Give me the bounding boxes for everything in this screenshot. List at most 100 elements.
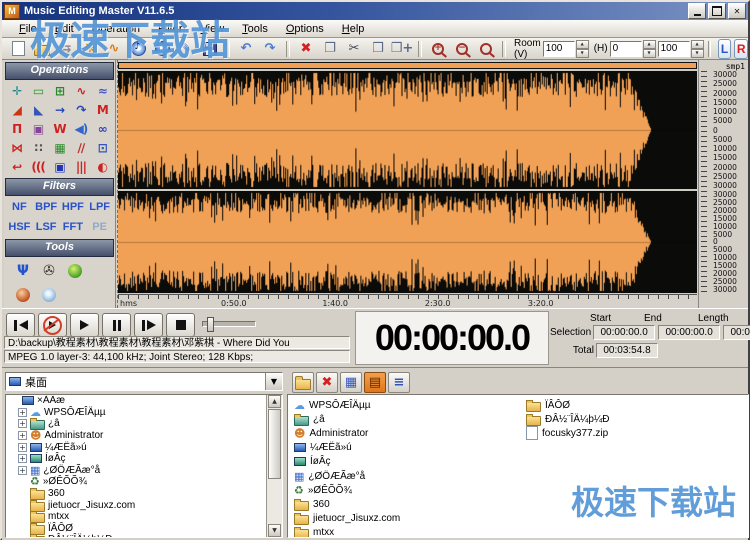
menu-item-filter[interactable]: Filter — [149, 21, 191, 37]
file-list-item[interactable]: ¿â — [294, 412, 400, 426]
paste-new-button[interactable]: ❒+ — [390, 38, 414, 59]
save-button[interactable] — [198, 38, 222, 59]
file-list[interactable]: ☁WPSÔÆÎÄµµ¿â☻Administrator¼ÆËã»úÍøÂç▦¿ØÖ… — [287, 394, 749, 538]
volume-slider[interactable] — [202, 321, 256, 327]
cd-tool[interactable] — [36, 287, 62, 303]
operation-icon[interactable]: Π — [6, 121, 27, 136]
operation-icon[interactable]: ✛ — [6, 83, 27, 98]
filters-header[interactable]: Filters — [5, 178, 114, 196]
tree-item[interactable]: +ÍøÂç — [6, 453, 282, 465]
tree-item[interactable]: ♻»ØÊÕÕ¾ — [6, 476, 282, 488]
view-small-icons-button[interactable]: ▤ — [364, 372, 386, 393]
loop-play-button[interactable] — [38, 313, 67, 337]
film-tool[interactable]: ✇ — [36, 263, 62, 279]
filter-button-pe[interactable]: PE — [86, 221, 113, 233]
operation-icon[interactable]: ≈ — [92, 83, 113, 98]
operation-icon[interactable]: → — [49, 102, 70, 117]
open-file-button[interactable] — [30, 38, 54, 59]
zoom-v-value[interactable]: 100 — [543, 41, 575, 57]
burn-cd-tool[interactable] — [10, 287, 36, 303]
expand-plus-icon[interactable]: + — [18, 454, 27, 463]
operation-icon[interactable]: ▭ — [27, 83, 48, 98]
minimize-button[interactable] — [688, 3, 706, 19]
delete-button[interactable]: ✖ — [294, 38, 318, 59]
filter-button-nf[interactable]: NF — [6, 201, 33, 213]
step-forward-button[interactable] — [134, 313, 163, 337]
operation-icon[interactable]: ◣ — [27, 102, 48, 117]
expand-plus-icon[interactable]: + — [18, 466, 27, 475]
file-list-item[interactable]: ☁WPSÔÆÎÄµµ — [294, 398, 400, 412]
filter-button-hpf[interactable]: HPF — [60, 201, 87, 213]
paste-button[interactable]: ❒ — [366, 38, 390, 59]
waveform-area[interactable]: hms 0:50.01:40.02:30.03:20.0 — [117, 60, 697, 308]
operation-icon[interactable]: ||| — [70, 159, 91, 174]
tree-item[interactable]: +▦¿ØÖÆÃæ°å — [6, 465, 282, 477]
operation-icon[interactable]: ◀) — [70, 121, 91, 136]
zoom-fit-button[interactable] — [474, 38, 498, 59]
file-list-item[interactable]: ÍøÂç — [294, 455, 400, 469]
operation-icon[interactable]: M — [92, 102, 113, 117]
menu-item-options[interactable]: Options — [277, 21, 333, 37]
operation-icon[interactable]: ▦ — [49, 140, 70, 155]
operation-icon[interactable]: ⊞ — [49, 83, 70, 98]
zoom-v-spinner[interactable]: 100 ▲▼ — [543, 40, 589, 58]
overview-strip[interactable] — [118, 62, 697, 69]
cut-button[interactable]: ✂ — [342, 38, 366, 59]
zoom-in-button[interactable]: + — [426, 38, 450, 59]
undo-button[interactable]: ↶ — [234, 38, 258, 59]
tree-item[interactable]: ×ÀÃæ — [6, 395, 282, 407]
tree-item[interactable]: +☁WPSÔÆÎÄµµ — [6, 407, 282, 419]
tree-scrollbar[interactable]: ▲ ▼ — [266, 395, 282, 537]
time-ruler[interactable]: hms 0:50.01:40.02:30.03:20.0 — [118, 294, 697, 309]
operation-icon[interactable]: ∞ — [92, 121, 113, 136]
operations-header[interactable]: Operations — [5, 62, 114, 80]
stop-button[interactable] — [166, 313, 195, 337]
operation-icon[interactable]: ∷ — [27, 140, 48, 155]
tree-item[interactable]: +¿â — [6, 418, 282, 430]
zoom-h1-spinner[interactable]: 0 ▲▼ — [610, 40, 656, 58]
new-file-button[interactable] — [6, 38, 30, 59]
delete-file-button[interactable]: ✖ — [316, 372, 338, 393]
microphone-tool[interactable]: Ψ — [10, 263, 36, 279]
play-file-button[interactable] — [150, 38, 174, 59]
scrollbar-thumb[interactable] — [268, 409, 281, 479]
waveform-channel-left[interactable] — [118, 71, 697, 189]
operation-icon[interactable]: ∕∕ — [70, 140, 91, 155]
spinner-arrows-icon[interactable]: ▲▼ — [691, 40, 704, 58]
waveform-button[interactable]: ∿ — [102, 38, 126, 59]
zoom-out-button[interactable]: − — [450, 38, 474, 59]
pause-button[interactable] — [102, 313, 131, 337]
spinner-arrows-icon[interactable]: ▲▼ — [643, 40, 656, 58]
web-tool[interactable] — [62, 263, 88, 279]
file-list-item[interactable]: ▦¿ØÖÆÃæ°å — [294, 469, 400, 483]
menu-item-help[interactable]: Help — [333, 21, 374, 37]
maximize-button[interactable] — [708, 3, 726, 19]
right-channel-button[interactable]: R — [734, 39, 748, 59]
tree-item[interactable]: 360 — [6, 488, 282, 500]
location-combobox[interactable]: 桌面 ▼ — [5, 372, 283, 391]
tools-header[interactable]: Tools — [5, 239, 114, 257]
expand-plus-icon[interactable]: + — [18, 419, 27, 428]
file-list-item[interactable]: 360 — [294, 497, 400, 511]
tree-item[interactable]: +¼ÆËã»ú — [6, 441, 282, 453]
edit-button[interactable]: ✎ — [174, 38, 198, 59]
filter-button-lpf[interactable]: LPF — [86, 201, 113, 213]
slider-thumb[interactable] — [207, 317, 214, 332]
waveform-channel-right[interactable] — [118, 191, 697, 293]
tree-item[interactable]: ÐÂ½¨ÎÄ¼þ¼Ð — [6, 534, 282, 538]
play-button[interactable] — [70, 313, 99, 337]
menu-item-view[interactable]: View — [192, 21, 234, 37]
record-button[interactable]: ❋ — [78, 38, 102, 59]
scroll-down-icon[interactable]: ▼ — [268, 524, 281, 537]
combo-dropdown-icon[interactable]: ▼ — [265, 373, 282, 390]
menu-item-operation[interactable]: Operation — [83, 21, 149, 37]
close-button[interactable]: ✕ — [728, 3, 746, 19]
file-list-item[interactable]: ÐÂ½¨ÎÄ¼þ¼Ð — [526, 412, 609, 426]
view-list-button[interactable]: ≡ — [388, 372, 410, 393]
tree-item[interactable]: ÏÂÔØ — [6, 523, 282, 535]
tree-item[interactable]: mtxx — [6, 511, 282, 523]
operation-icon[interactable]: W — [49, 121, 70, 136]
operation-icon[interactable]: ⊡ — [92, 140, 113, 155]
expand-plus-icon[interactable]: + — [18, 408, 27, 417]
operation-icon[interactable]: ((( — [27, 159, 48, 174]
